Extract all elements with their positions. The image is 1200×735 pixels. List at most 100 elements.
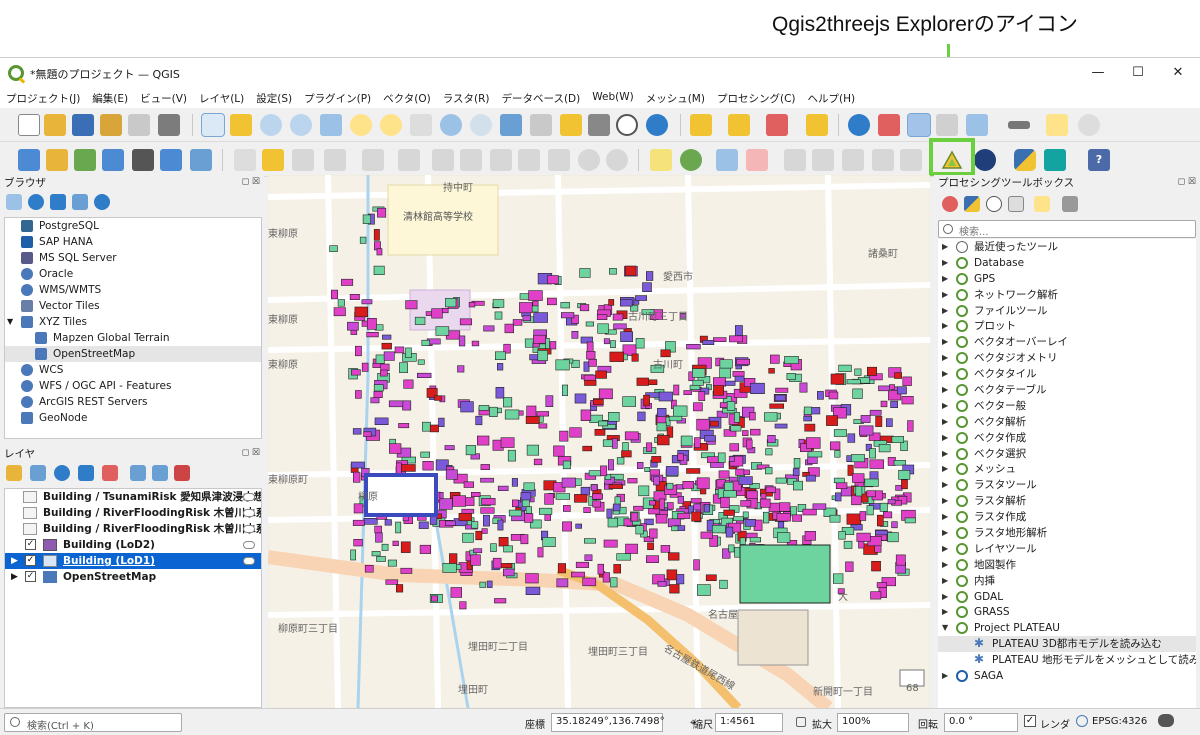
layer-tsunami-risk[interactable]: Building / TsunamiRisk 愛知県津波浸水想定 [5,489,261,505]
measure-line-icon[interactable] [1008,121,1030,129]
rotation-field[interactable]: 0.0 ° [944,713,1018,732]
chevron-right-icon[interactable]: ▶ [942,604,948,620]
render-checkbox[interactable]: ✓ [1024,715,1036,727]
chevron-right-icon[interactable]: ▶ [942,573,948,589]
menu-plugins[interactable]: プラグイン(P) [298,88,377,108]
menu-layer[interactable]: レイヤ(L) [193,88,250,108]
save-project-icon[interactable] [72,114,94,136]
zoom-out-icon[interactable] [290,114,312,136]
chevron-right-icon[interactable]: ▶ [942,541,948,557]
processing-item-5[interactable]: ▶ プロット [938,318,1196,334]
locator-icon[interactable] [1078,114,1100,136]
processing-item-12[interactable]: ▶ ベクタ作成 [938,430,1196,446]
layer-building-lod1[interactable]: ▶ ✓ Building (LoD1) [5,553,261,569]
processing-item-9[interactable]: ▶ ベクタテーブル [938,382,1196,398]
processing-item-25[interactable]: ✱ PLATEAU 3D都市モデルを読み込む [938,636,1196,653]
processing-item-27[interactable]: ▶ SAGA [938,668,1196,684]
processing-item-14[interactable]: ▶ メッシュ [938,461,1196,477]
new-layer-icon[interactable] [46,149,68,171]
crs-globe-icon[interactable] [1076,715,1088,727]
processing-item-4[interactable]: ▶ ファイルツール [938,303,1196,319]
zoom-to-selection-icon[interactable] [350,114,372,136]
save-edits-icon[interactable] [292,149,314,171]
processing-item-11[interactable]: ▶ ベクタ解析 [938,414,1196,430]
browser-item-wcs[interactable]: WCS [5,362,261,378]
layers-panel-buttons[interactable]: ◻ ☒ [242,448,260,458]
new-map-view-icon[interactable] [500,114,522,136]
browser-item-wfs[interactable]: WFS / OGC API - Features [5,378,261,394]
delete-selected-icon[interactable] [432,149,454,171]
processing-item-21[interactable]: ▶ 内挿 [938,573,1196,589]
expand-all-icon[interactable] [130,465,146,481]
browser-item-mapzen-terrain[interactable]: Mapzen Global Terrain [5,330,261,346]
chevron-right-icon[interactable]: ▶ [942,525,948,541]
layer-osm-checkbox[interactable]: ✓ [25,571,36,582]
trash-icon[interactable] [460,149,482,171]
processing-item-20[interactable]: ▶ 地図製作 [938,557,1196,573]
layer-lod1-checkbox[interactable]: ✓ [25,555,36,566]
processing-item-24[interactable]: ▼ Project PLATEAU [938,620,1196,636]
map-tips-icon[interactable] [1046,114,1068,136]
add-vector-layer-icon[interactable] [74,149,96,171]
open-attribute-table-icon[interactable] [806,114,828,136]
help-icon[interactable]: ? [1088,149,1110,171]
processing-item-7[interactable]: ▶ ベクタジオメトリ [938,350,1196,366]
processing-item-22[interactable]: ▶ GDAL [938,589,1196,605]
vertex-tool-icon[interactable] [362,149,384,171]
menu-view[interactable]: ビュー(V) [134,88,193,108]
chevron-right-icon[interactable]: ▶ [942,350,948,366]
chevron-right-icon[interactable]: ▶ [942,557,948,573]
browser-item-wms-wmts[interactable]: WMS/WMTS [5,282,261,298]
pin-labels-icon[interactable] [716,149,738,171]
menu-edit[interactable]: 編集(E) [86,88,134,108]
processing-item-2[interactable]: ▶ GPS [938,271,1196,287]
chevron-down-icon[interactable]: ▼ [942,620,948,636]
chevron-right-icon[interactable]: ▶ [942,589,948,605]
processing-item-15[interactable]: ▶ ラスタツール [938,477,1196,493]
in-place-edit-icon[interactable] [1034,196,1050,212]
processing-item-18[interactable]: ▶ ラスタ地形解析 [938,525,1196,541]
chevron-right-icon[interactable]: ▶ [942,271,948,287]
zoom-last-icon[interactable] [440,114,462,136]
close-button[interactable]: ✕ [1158,62,1198,84]
chevron-right-icon[interactable]: ▶ [942,668,948,684]
browser-item-postgresql[interactable]: PostgreSQL [5,218,261,234]
chevron-right-icon[interactable]: ▶ [942,509,948,525]
show-hide-labels-icon[interactable] [746,149,768,171]
new-3d-view-icon[interactable] [530,114,552,136]
temporal-controller-icon[interactable] [616,114,638,136]
attribute-table-icon[interactable] [966,114,988,136]
processing-item-19[interactable]: ▶ レイヤツール [938,541,1196,557]
processing-item-3[interactable]: ▶ ネットワーク解析 [938,287,1196,303]
plugin-3d-box-icon[interactable] [1044,149,1066,171]
move-label-icon[interactable] [784,149,806,171]
browser-panel-buttons[interactable]: ◻ ☒ [242,177,260,187]
processing-item-17[interactable]: ▶ ラスタ作成 [938,509,1196,525]
label-properties-icon[interactable] [872,149,894,171]
style-manager-icon[interactable] [158,114,180,136]
data-source-manager-icon[interactable] [18,149,40,171]
scale-field[interactable]: 1:4561 [715,713,783,732]
add-group-icon[interactable] [30,465,46,481]
menu-help[interactable]: ヘルプ(H) [802,88,862,108]
manage-map-themes-icon[interactable] [54,465,70,481]
paste-features-icon[interactable] [548,149,570,171]
coordinate-field[interactable]: 35.18249°,136.7498° [551,713,665,732]
pan-to-selection-icon[interactable] [230,114,252,136]
cut-features-icon[interactable] [490,149,512,171]
scripts-icon[interactable] [964,196,980,212]
chevron-right-icon[interactable]: ▶ [942,255,948,271]
identify-features-icon[interactable] [848,114,870,136]
deselect-features-icon[interactable] [766,114,788,136]
chevron-right-icon[interactable]: ▶ [942,303,948,319]
chevron-right-icon[interactable]: ▶ [942,287,948,303]
refresh-icon[interactable] [646,114,668,136]
statistical-summary-icon[interactable] [936,114,958,136]
label-tool-icon[interactable] [650,149,672,171]
change-label-icon[interactable] [842,149,864,171]
browser-item-openstreetmap[interactable]: OpenStreetMap [5,346,261,362]
menu-settings[interactable]: 設定(S) [250,88,298,108]
select-by-value-icon[interactable] [728,114,750,136]
add-selected-layers-icon[interactable] [6,194,22,210]
maximize-button[interactable]: ☐ [1118,62,1158,84]
